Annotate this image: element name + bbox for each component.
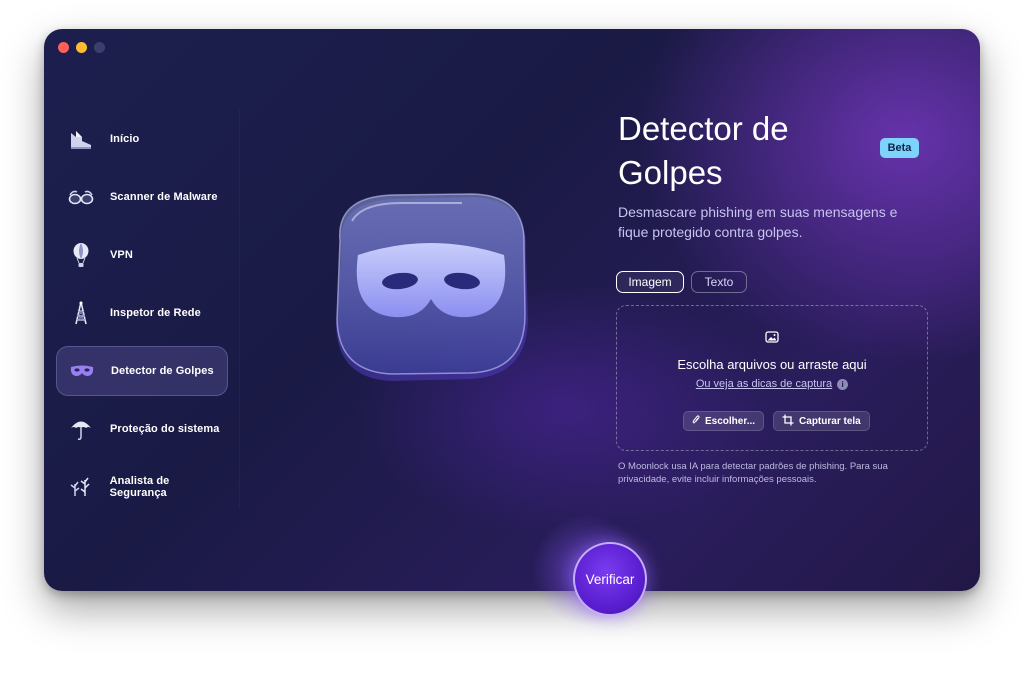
balloon-icon — [67, 241, 95, 269]
privacy-note: O Moonlock usa IA para detectar padrões … — [618, 461, 888, 485]
window-controls — [58, 42, 105, 53]
tab-texto[interactable]: Texto — [691, 271, 747, 293]
dropzone-actions: Escolher... Capturar tela — [683, 411, 870, 431]
minimize-window-button[interactable] — [76, 42, 87, 53]
tower-icon — [67, 299, 95, 327]
sidebar-item-label: Analista de Segurança — [109, 475, 170, 499]
info-icon[interactable]: i — [837, 378, 849, 390]
umbrella-icon — [67, 415, 95, 443]
sidebar-item-vpn[interactable]: VPN — [56, 230, 228, 280]
crop-icon — [782, 414, 794, 429]
sidebar-item-detector-de-golpes[interactable]: Detector de Golpes — [56, 346, 228, 396]
capture-tips-link[interactable]: Ou veja as dicas de captura — [696, 378, 832, 390]
sidebar-item-analista-de-seguranca[interactable]: Analista de Segurança — [56, 462, 228, 512]
file-dropzone[interactable]: Escolha arquivos ou arraste aqui Ou veja… — [616, 305, 928, 451]
sidebar-item-label: Proteção do sistema — [110, 423, 220, 435]
page-title: Detector de Golpes — [618, 110, 789, 191]
sidebar-item-protecao-do-sistema[interactable]: Proteção do sistema — [56, 404, 228, 454]
plants-icon — [67, 473, 95, 501]
zoom-window-button[interactable] — [94, 42, 105, 53]
capture-tips: Ou veja as dicas de captura i — [617, 378, 927, 390]
beta-badge: Beta — [880, 138, 919, 158]
hero-mask-illustration — [322, 191, 540, 387]
choose-file-button[interactable]: Escolher... — [683, 411, 765, 431]
capture-screen-button[interactable]: Capturar tela — [773, 411, 870, 431]
sidebar-item-label: Scanner de Malware — [110, 191, 218, 203]
home-icon — [67, 125, 95, 153]
paperclip-icon — [692, 414, 700, 428]
tab-imagem[interactable]: Imagem — [616, 271, 684, 293]
dropzone-instruction: Escolha arquivos ou arraste aqui — [677, 357, 867, 372]
sidebar-item-label: Detector de Golpes — [111, 365, 214, 377]
sidebar-item-label: VPN — [110, 249, 133, 261]
sidebar-item-label: Início — [110, 133, 140, 145]
image-icon — [765, 330, 779, 348]
sidebar: Início Scanner de Malware VPN Inspetor d… — [56, 114, 228, 520]
sidebar-item-inspetor-de-rede[interactable]: Inspetor de Rede — [56, 288, 228, 338]
close-window-button[interactable] — [58, 42, 69, 53]
page-subtitle: Desmascare phishing em suas mensagens e … — [618, 204, 898, 240]
capture-screen-label: Capturar tela — [799, 415, 861, 427]
sidebar-divider — [239, 109, 240, 509]
choose-file-label: Escolher... — [705, 415, 756, 427]
sidebar-item-label: Inspetor de Rede — [110, 307, 201, 319]
sidebar-item-scanner-de-malware[interactable]: Scanner de Malware — [56, 172, 228, 222]
sidebar-item-inicio[interactable]: Início — [56, 114, 228, 164]
input-type-tabs: Imagem Texto — [616, 271, 747, 293]
verify-button[interactable]: Verificar — [573, 542, 647, 616]
glasses-icon — [67, 183, 95, 211]
mask-icon — [68, 357, 96, 385]
app-window: Início Scanner de Malware VPN Inspetor d… — [44, 29, 980, 591]
